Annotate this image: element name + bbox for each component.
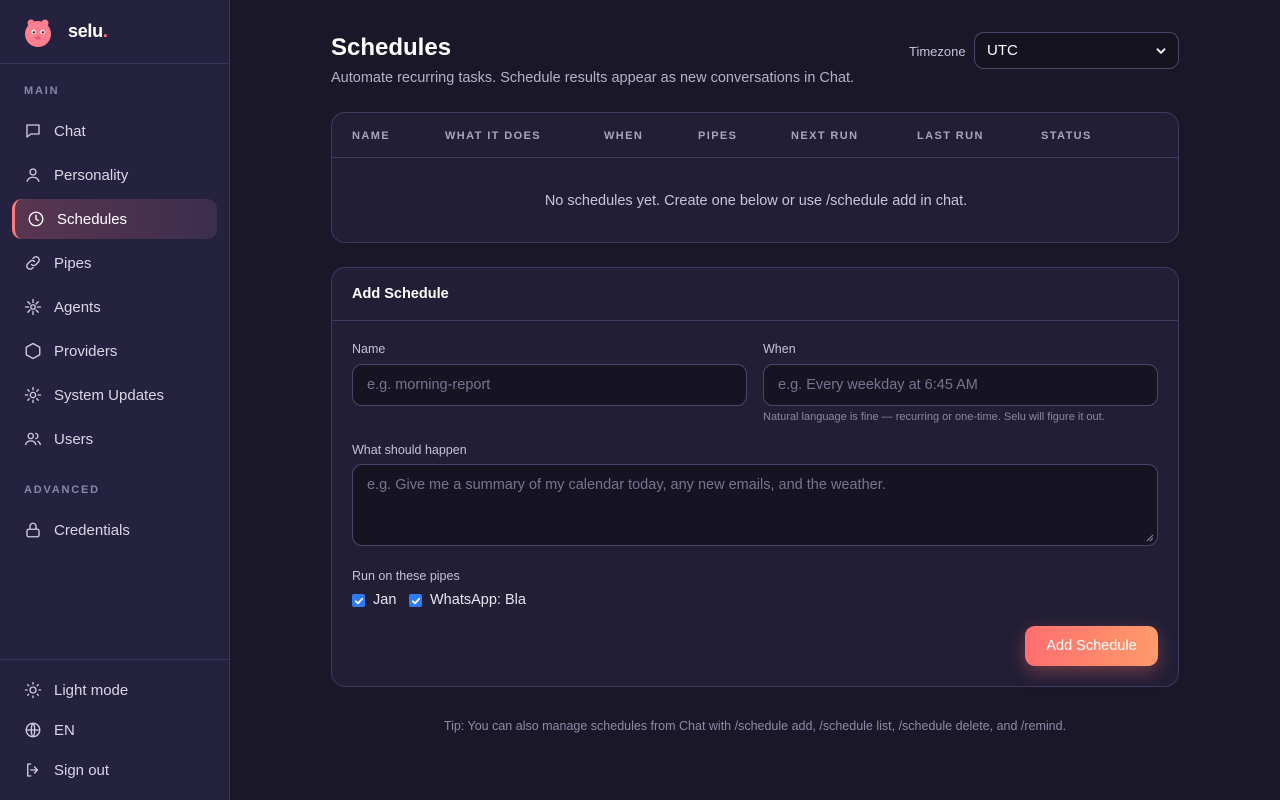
sidebar-item-label: Chat (54, 122, 86, 140)
sidebar-item-users[interactable]: Users (12, 419, 217, 459)
light-mode-toggle[interactable]: Light mode (12, 670, 217, 710)
brand-name: selu. (68, 21, 108, 41)
resize-handle-icon[interactable] (1146, 534, 1154, 542)
add-schedule-form: Add Schedule Name e.g. morning-report Wh… (331, 267, 1179, 687)
checkmark-icon (411, 597, 420, 604)
sidebar-item-label: Users (54, 430, 94, 448)
when-hint: Natural language is fine — recurring or … (763, 411, 1105, 423)
when-label: When (763, 342, 796, 356)
when-input[interactable]: e.g. Every weekday at 6:45 AM (763, 364, 1158, 406)
link-icon (24, 254, 42, 272)
brand[interactable]: selu. (0, 0, 229, 64)
column-name: NAME (352, 130, 390, 142)
section-label-main: MAIN (24, 85, 60, 97)
sign-out-icon (24, 761, 42, 779)
name-input[interactable]: e.g. morning-report (352, 364, 747, 406)
user-icon (24, 166, 42, 184)
add-schedule-button[interactable]: Add Schedule (1025, 626, 1158, 666)
when-placeholder: e.g. Every weekday at 6:45 AM (778, 377, 978, 393)
page-title: Schedules (331, 34, 452, 61)
lock-icon (24, 521, 42, 539)
language-label: EN (54, 721, 75, 739)
section-label-advanced: ADVANCED (24, 484, 100, 496)
language-selector[interactable]: EN (12, 710, 217, 750)
name-placeholder: e.g. morning-report (367, 377, 491, 393)
sign-out-button[interactable]: Sign out (12, 750, 217, 790)
sidebar-item-label: Pipes (54, 254, 92, 272)
sidebar-item-chat[interactable]: Chat (12, 111, 217, 151)
column-next-run: NEXT RUN (791, 130, 859, 142)
empty-state-message: No schedules yet. Create one below or us… (544, 193, 968, 209)
gear-icon (24, 386, 42, 404)
chat-icon (24, 122, 42, 140)
sidebar-item-label: Schedules (57, 210, 128, 228)
column-when: WHEN (604, 130, 644, 142)
sidebar-item-credentials[interactable]: Credentials (12, 510, 217, 550)
column-status: STATUS (1041, 130, 1092, 142)
sidebar-item-label: Agents (54, 298, 101, 316)
chevron-down-icon (1156, 47, 1166, 54)
timezone-value: UTC (987, 42, 1018, 59)
sidebar-item-system-updates[interactable]: System Updates (12, 375, 217, 415)
sidebar-item-label: Personality (54, 166, 129, 184)
pipe-checkbox-jan[interactable] (352, 594, 365, 607)
sidebar-item-pipes[interactable]: Pipes (12, 243, 217, 283)
column-pipes: PIPES (698, 130, 738, 142)
schedules-table: NAME WHAT IT DOES WHEN PIPES NEXT RUN LA… (331, 112, 1179, 243)
column-last-run: LAST RUN (917, 130, 984, 142)
timezone-select[interactable]: UTC (974, 32, 1179, 69)
selu-logo-icon (25, 19, 51, 47)
sign-out-label: Sign out (54, 761, 110, 779)
what-label: What should happen (352, 443, 467, 457)
pipe-label-whatsapp[interactable]: WhatsApp: Bla (430, 592, 526, 608)
sidebar-footer (0, 659, 230, 660)
light-mode-label: Light mode (54, 681, 129, 699)
name-label: Name (352, 342, 386, 356)
tip-text: Tip: You can also manage schedules from … (443, 719, 1067, 733)
pipe-checkbox-whatsapp[interactable] (409, 594, 422, 607)
sidebar-item-label: Providers (54, 342, 118, 360)
sidebar-item-personality[interactable]: Personality (12, 155, 217, 195)
sidebar-item-label: System Updates (54, 386, 165, 404)
table-header: NAME WHAT IT DOES WHEN PIPES NEXT RUN LA… (332, 113, 1178, 158)
clock-icon (27, 210, 45, 228)
page-subtitle: Automate recurring tasks. Schedule resul… (331, 70, 855, 86)
column-what-it-does: WHAT IT DOES (445, 130, 542, 142)
sidebar-item-providers[interactable]: Providers (12, 331, 217, 371)
sidebar-item-schedules[interactable]: Schedules (12, 199, 217, 239)
pipes-label: Run on these pipes (352, 569, 460, 583)
form-title: Add Schedule (332, 268, 1178, 321)
sidebar-item-label: Credentials (54, 521, 130, 539)
pipe-label-jan[interactable]: Jan (373, 592, 396, 608)
users-icon (24, 430, 42, 448)
sun-icon (24, 681, 42, 699)
globe-icon (24, 721, 42, 739)
sidebar: selu. MAIN Chat Personality Schedules Pi… (0, 0, 230, 800)
agents-icon (24, 298, 42, 316)
checkmark-icon (354, 597, 363, 604)
sidebar-item-agents[interactable]: Agents (12, 287, 217, 327)
what-textarea[interactable]: e.g. Give me a summary of my calendar to… (352, 464, 1158, 546)
what-placeholder: e.g. Give me a summary of my calendar to… (367, 477, 886, 493)
timezone-label: Timezone (909, 44, 966, 59)
hexagon-icon (24, 342, 42, 360)
